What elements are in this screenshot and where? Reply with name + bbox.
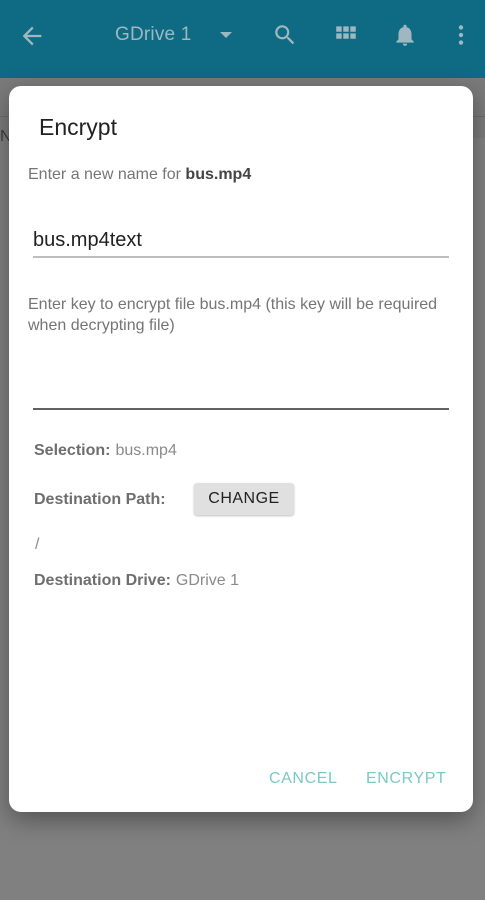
selection-label: Selection: <box>34 442 111 459</box>
new-name-input[interactable] <box>33 224 449 258</box>
destination-drive-label: Destination Drive: <box>34 572 171 589</box>
destination-path-label: Destination Path: <box>34 491 166 508</box>
name-prompt: Enter a new name for bus.mp4 <box>28 166 251 184</box>
screen: GDrive 1 N Encrypt Enter a new name for … <box>0 0 485 900</box>
drive-selector[interactable]: GDrive 1 <box>115 24 232 46</box>
back-arrow-icon[interactable] <box>18 22 46 50</box>
search-icon[interactable] <box>272 22 298 48</box>
selection-value: bus.mp4 <box>115 442 177 459</box>
destination-drive-row: Destination Drive: GDrive 1 <box>34 572 239 590</box>
more-vert-icon[interactable] <box>448 22 474 48</box>
grid-icon[interactable] <box>333 22 359 48</box>
app-title: GDrive 1 <box>115 24 192 45</box>
name-prompt-text: Enter a new name for <box>28 166 186 183</box>
name-prompt-file: bus.mp4 <box>185 166 252 183</box>
destination-path-value: / <box>35 536 40 553</box>
dialog-title: Encrypt <box>39 114 117 140</box>
dropdown-icon <box>219 32 232 38</box>
bell-icon[interactable] <box>392 22 418 48</box>
encrypt-button[interactable]: ENCRYPT <box>366 770 446 788</box>
app-bar: GDrive 1 <box>0 0 485 78</box>
selection-row: Selection: bus.mp4 <box>34 442 177 460</box>
destination-path-row: Destination Path: <box>34 491 166 509</box>
destination-drive-value: GDrive 1 <box>175 572 240 589</box>
cancel-button[interactable]: CANCEL <box>269 770 338 788</box>
change-destination-button[interactable]: CHANGE <box>194 483 294 515</box>
key-prompt: Enter key to encrypt file bus.mp4 (this … <box>28 296 438 334</box>
encrypt-dialog: Encrypt Enter a new name for bus.mp4 Ent… <box>9 86 473 812</box>
encryption-key-input[interactable] <box>33 380 449 410</box>
